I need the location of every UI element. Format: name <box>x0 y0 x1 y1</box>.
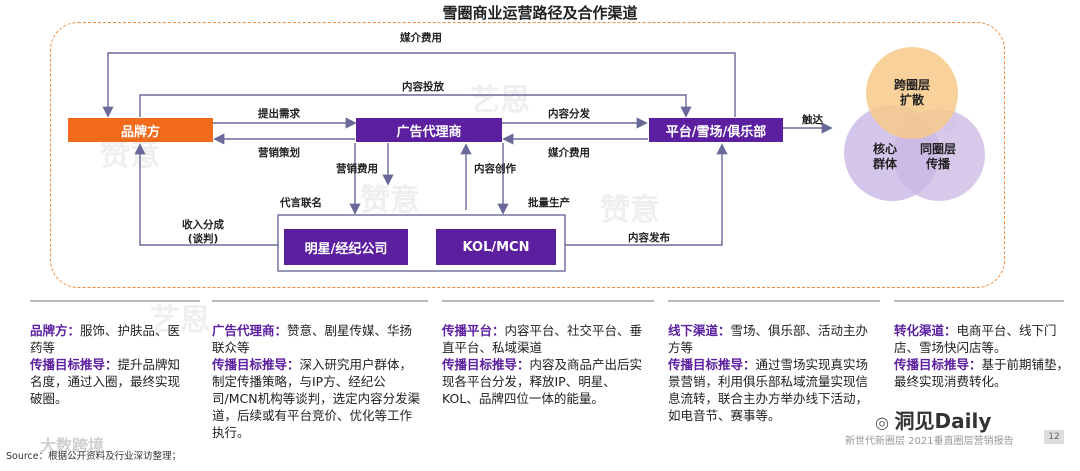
edge-label-media-fee-mid: 媒介费用 <box>548 147 590 159</box>
edge-label-content-distribution: 内容分发 <box>548 108 590 120</box>
circle-cross-circle: 跨圈层 扩散 <box>882 78 942 108</box>
column-heading: 传播目标推导： <box>668 357 756 372</box>
source-note: Source：根据公开资料及行业深访整理； <box>6 451 182 462</box>
circle-core-group: 核心 群体 <box>860 142 910 172</box>
edge-label-content-publish: 内容发布 <box>628 232 670 244</box>
edge-label-revenue-share-line1: 收入分成 <box>182 219 224 231</box>
description-column-platform: 传播平台：内容平台、社交平台、垂直平台、私域渠道 传播目标推导：内容及商品产出后… <box>442 322 652 407</box>
edge-label-batch-production: 批量生产 <box>528 197 570 209</box>
column-separator <box>30 300 200 302</box>
edge-label-media-fee-top: 媒介费用 <box>400 32 442 44</box>
circle-same-circle: 同圈层 传播 <box>912 142 964 172</box>
column-heading: 传播目标推导： <box>442 357 530 372</box>
edge-label-endorsement: 代言联名 <box>280 197 322 209</box>
circle-left-line2: 群体 <box>872 157 897 171</box>
description-column-conversion: 转化渠道：电商平台、线下门店、雪场快闪店等。 传播目标推导：基于前期铺垫，最终实… <box>894 322 1070 390</box>
description-column-brand: 品牌方：服饰、护肤品、医药等 传播目标推导：提升品牌知名度，通过入圈，最终实现破… <box>30 322 190 407</box>
edge-label-revenue-share: 收入分成 (谈判) <box>182 218 224 246</box>
column-heading: 传播目标推导： <box>30 357 118 372</box>
edge-label-marketing-fee: 营销费用 <box>336 163 378 175</box>
edge-label-raise-demand: 提出需求 <box>258 108 300 120</box>
logo-text: 洞见Daily <box>894 409 992 433</box>
platform-node: 平台/雪场/俱乐部 <box>649 118 783 142</box>
column-heading: 线下渠道： <box>668 323 731 338</box>
edge-label-revenue-share-line2: (谈判) <box>187 233 219 245</box>
page-number: 12 <box>1044 430 1064 444</box>
circle-right-line2: 传播 <box>925 157 950 171</box>
edge-label-marketing-plan: 营销策划 <box>258 147 300 159</box>
kol-mcn-node: KOL/MCN <box>436 229 556 265</box>
circle-left-line1: 核心 <box>872 142 897 156</box>
column-heading: 品牌方： <box>30 323 81 338</box>
wechat-logo: ◎ 洞见Daily <box>875 405 991 434</box>
column-separator <box>442 300 654 302</box>
description-column-agency: 广告代理商：赞意、剧星传媒、华扬联众等 传播目标推导：深入研究用户群体，制定传播… <box>212 322 422 441</box>
column-separator <box>894 300 1064 302</box>
column-separator <box>212 300 428 302</box>
edge-label-content-placement: 内容投放 <box>402 81 444 93</box>
circle-top-line2: 扩散 <box>899 93 924 107</box>
description-column-offline: 线下渠道：雪场、俱乐部、活动主办方等 传播目标推导：通过雪场实现真实场景营销，利… <box>668 322 878 424</box>
circle-top-line1: 跨圈层 <box>893 78 930 92</box>
chat-bubble-icon: ◎ <box>875 413 895 432</box>
report-name: 新世代新圈层 2021垂直圈层营销报告 <box>845 436 1014 447</box>
star-agency-node: 明星/经纪公司 <box>284 229 408 265</box>
edge-label-content-creation: 内容创作 <box>474 163 516 175</box>
column-heading: 传播目标推导： <box>894 357 982 372</box>
agency-node: 广告代理商 <box>356 118 502 142</box>
brand-node: 品牌方 <box>68 118 213 142</box>
column-heading: 转化渠道： <box>894 323 957 338</box>
column-heading: 传播平台： <box>442 323 505 338</box>
column-separator <box>668 300 880 302</box>
circle-right-line1: 同圈层 <box>919 142 956 156</box>
edge-label-reach: 触达 <box>802 114 823 126</box>
column-heading: 广告代理商： <box>212 323 288 338</box>
column-heading: 传播目标推导： <box>212 357 300 372</box>
